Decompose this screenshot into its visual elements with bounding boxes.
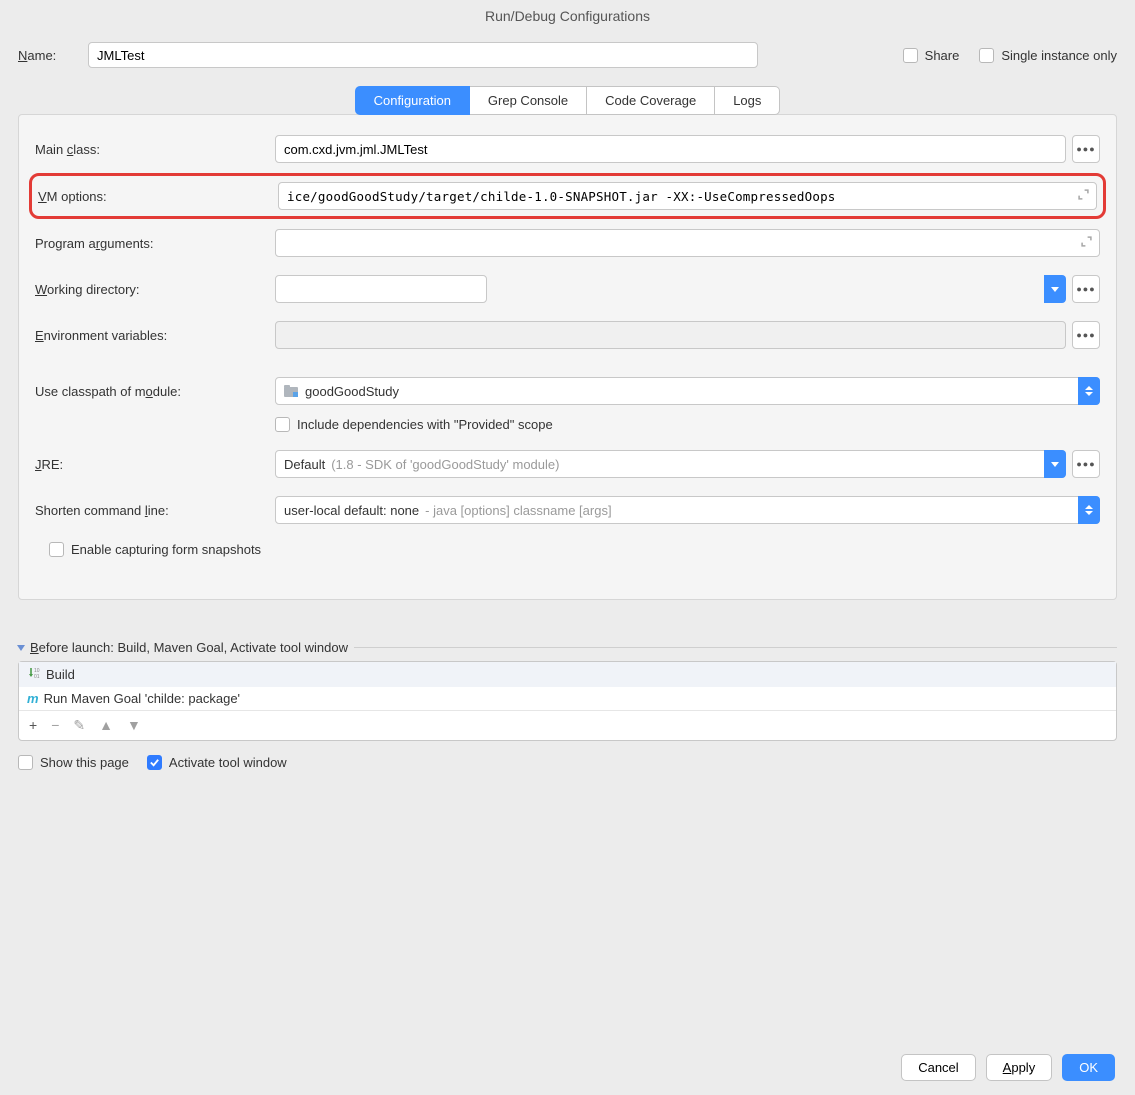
env-vars-row: Environment variables: ●●● [35,321,1100,349]
name-input[interactable] [88,42,758,68]
program-args-input[interactable] [275,229,1100,257]
ok-button[interactable]: OK [1062,1054,1115,1081]
classpath-value: goodGoodStudy [305,384,399,399]
classpath-row: Use classpath of module: goodGoodStudy [35,377,1100,405]
env-vars-input[interactable] [275,321,1066,349]
name-label: Name: [18,48,88,63]
tab-logs[interactable]: Logs [715,86,780,115]
name-row: Name: Share Single instance only [18,42,1117,68]
remove-button[interactable]: − [51,717,59,734]
env-vars-browse-button[interactable]: ●●● [1072,321,1100,349]
include-deps-row: Include dependencies with "Provided" sco… [35,417,1100,432]
main-class-browse-button[interactable]: ●●● [1072,135,1100,163]
program-args-row: Program arguments: [35,229,1100,257]
apply-button[interactable]: Apply [986,1054,1053,1081]
jre-value: Default [284,457,325,472]
maven-icon: m [27,691,39,706]
before-launch-item-build[interactable]: 1001 Build [19,662,1116,687]
jre-hint: (1.8 - SDK of 'goodGoodStudy' module) [331,457,559,472]
share-label: Share [925,48,960,63]
module-icon [284,385,299,397]
edit-button[interactable]: ✎ [73,717,85,734]
working-dir-dropdown[interactable] [1044,275,1066,303]
jre-browse-button[interactable]: ●●● [1072,450,1100,478]
move-up-button[interactable]: ▲ [99,717,113,734]
svg-text:01: 01 [34,674,40,680]
maven-label: Run Maven Goal 'childe: package' [44,691,240,706]
jre-label: JRE: [35,457,275,472]
tab-bar: Configuration Grep Console Code Coverage… [18,86,1117,115]
before-launch-list: 1001 Build m Run Maven Goal 'childe: pac… [18,661,1117,741]
enable-snapshots-row: Enable capturing form snapshots [35,542,1100,557]
main-class-input[interactable] [275,135,1066,163]
activate-tool-window-checkbox[interactable]: Activate tool window [147,755,287,770]
share-checkbox[interactable]: Share [903,48,960,63]
shorten-row: Shorten command line: user-local default… [35,496,1100,524]
build-icon: 1001 [27,666,41,683]
vm-options-highlight: VM options: [29,173,1106,219]
show-this-page-checkbox[interactable]: Show this page [18,755,129,770]
enable-snapshots-label: Enable capturing form snapshots [71,542,261,557]
add-button[interactable]: + [29,717,37,734]
shorten-label: Shorten command line: [35,503,275,518]
activate-tool-window-label: Activate tool window [169,755,287,770]
jre-row: JRE: Default (1.8 - SDK of 'goodGoodStud… [35,450,1100,478]
working-dir-browse-button[interactable]: ●●● [1072,275,1100,303]
working-dir-row: Working directory: ●●● [35,275,1100,303]
working-dir-input[interactable] [275,275,487,303]
enable-snapshots-checkbox[interactable]: Enable capturing form snapshots [49,542,261,557]
vm-options-label: VM options: [38,189,278,204]
classpath-label: Use classpath of module: [35,384,275,399]
show-this-page-label: Show this page [40,755,129,770]
tab-code-coverage[interactable]: Code Coverage [587,86,715,115]
shorten-value: user-local default: none [284,503,419,518]
tab-configuration[interactable]: Configuration [355,86,470,115]
shorten-hint: - java [options] classname [args] [425,503,611,518]
vm-options-input[interactable] [278,182,1097,210]
shorten-select[interactable]: user-local default: none - java [options… [275,496,1100,524]
build-label: Build [46,667,75,682]
jre-select[interactable]: Default (1.8 - SDK of 'goodGoodStudy' mo… [275,450,1066,478]
main-class-row: Main class: ●●● [35,135,1100,163]
dialog-title: Run/Debug Configurations [0,0,1135,32]
dialog-footer: Cancel Apply OK [901,1054,1115,1081]
before-launch-item-maven[interactable]: m Run Maven Goal 'childe: package' [19,687,1116,710]
move-down-button[interactable]: ▼ [127,717,141,734]
before-launch-toolbar: + − ✎ ▲ ▼ [19,710,1116,740]
include-deps-checkbox[interactable]: Include dependencies with "Provided" sco… [275,417,553,432]
single-instance-checkbox[interactable]: Single instance only [979,48,1117,63]
single-instance-label: Single instance only [1001,48,1117,63]
tab-grep-console[interactable]: Grep Console [470,86,587,115]
classpath-select[interactable]: goodGoodStudy [275,377,1100,405]
cancel-button[interactable]: Cancel [901,1054,975,1081]
main-class-label: Main class: [35,142,275,157]
include-deps-label: Include dependencies with "Provided" sco… [297,417,553,432]
working-dir-label: Working directory: [35,282,275,297]
configuration-panel: Main class: ●●● VM options: [18,114,1117,600]
env-vars-label: Environment variables: [35,328,275,343]
before-launch-header[interactable]: Before launch: Build, Maven Goal, Activa… [18,640,1117,655]
program-args-label: Program arguments: [35,236,275,251]
before-launch-section: Before launch: Build, Maven Goal, Activa… [18,640,1117,770]
